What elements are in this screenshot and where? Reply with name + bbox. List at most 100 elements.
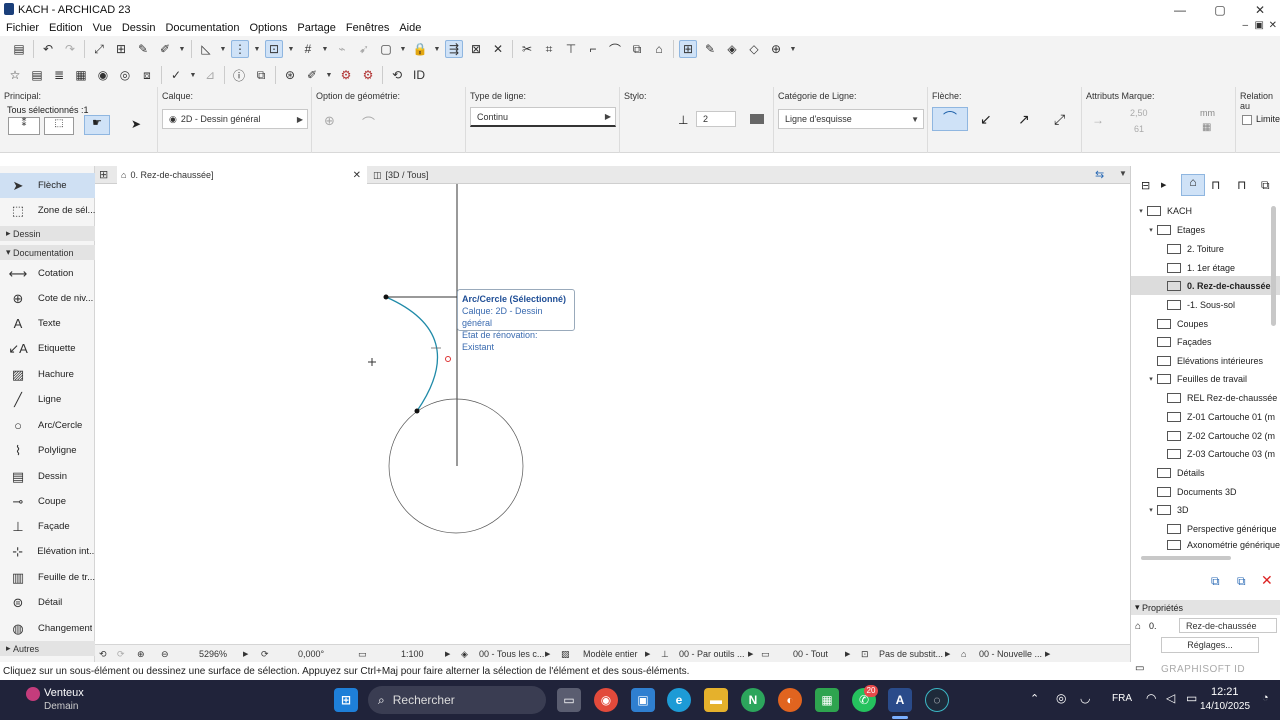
view-3d-icon[interactable]: ◇ xyxy=(745,40,763,58)
group-documentation[interactable]: ▾ Documentation xyxy=(0,245,95,260)
nav-sections[interactable]: Coupes xyxy=(1157,314,1208,333)
annotation-icon[interactable]: ⧉ xyxy=(252,66,270,84)
tool-hachure[interactable]: ▨ Hachure xyxy=(0,362,95,387)
chevron-right-icon[interactable]: ▶ xyxy=(445,645,450,663)
pen-color-swatch[interactable] xyxy=(750,114,764,124)
arc-arrow-end-icon[interactable]: ↗ xyxy=(1018,111,1030,128)
layer-select[interactable]: ◉ 2D - Dessin général ▶ xyxy=(162,109,308,129)
task-view-icon[interactable]: ▭ xyxy=(557,688,581,712)
store-icon[interactable]: ▣ xyxy=(631,688,655,712)
project-map-icon[interactable]: ⌂ xyxy=(1181,174,1205,196)
measure-icon[interactable]: ✐ xyxy=(303,66,321,84)
tool-arc-cercle[interactable]: ○ Arc/Cercle xyxy=(0,413,95,438)
taskbar-search[interactable]: ⌕ Rechercher xyxy=(368,686,546,714)
renovation-filter-icon[interactable]: ⊞ xyxy=(679,40,697,58)
nav-story[interactable]: 1. 1er étage xyxy=(1167,258,1235,277)
spreadsheet-icon[interactable]: ▦ xyxy=(815,688,839,712)
doc-close-icon[interactable]: ✕ xyxy=(1269,20,1277,31)
chevron-down-icon[interactable]: ▼ xyxy=(253,40,261,58)
resize-icon[interactable]: ⧉ xyxy=(628,40,646,58)
graphisoft-id-link[interactable]: GRAPHISOFT ID xyxy=(1161,664,1245,675)
tool-polyligne[interactable]: ⌇ Polyligne xyxy=(0,438,95,463)
menu-edition[interactable]: Edition xyxy=(44,22,88,34)
tool-cote-niveau[interactable]: ⊕ Cote de niv... xyxy=(0,286,95,311)
tray-app-icon[interactable]: ◎ xyxy=(1056,691,1066,705)
navigator-tree-icon[interactable]: ⊟ xyxy=(1141,179,1150,192)
tab-overview-icon[interactable]: ⊞ xyxy=(99,168,108,181)
nav-3d[interactable]: ▾ 3D xyxy=(1145,500,1189,519)
center-arc-icon[interactable]: ⊕ xyxy=(324,113,335,129)
pen-set-value[interactable]: 00 - Par outils ... xyxy=(679,645,745,663)
tab-plan[interactable]: ⌂ 0. Rez-de-chaussée] ✕ xyxy=(117,166,367,184)
chevron-right-icon[interactable]: ▶ xyxy=(945,645,950,663)
nav-3d-view[interactable]: Perspective générique xyxy=(1167,519,1277,538)
angle-value[interactable]: 0,000° xyxy=(298,645,324,663)
nav-stories[interactable]: ▾ Etages xyxy=(1145,220,1205,239)
adjust-icon[interactable]: ⊤ xyxy=(562,40,580,58)
zoom-previous-icon[interactable]: ⟲ xyxy=(99,645,107,663)
clone-icon[interactable]: ⧉ xyxy=(1237,574,1246,589)
chevron-down-icon[interactable]: ▼ xyxy=(321,40,329,58)
home-shape-icon[interactable]: ⌂ xyxy=(650,40,668,58)
library-icon[interactable]: ▦ xyxy=(72,66,90,84)
start-windows-icon[interactable]: ⊞ xyxy=(334,688,358,712)
clock-time[interactable]: 12:21 xyxy=(1211,686,1239,698)
delete-icon[interactable]: ✕ xyxy=(1261,572,1273,589)
tool-etiquette[interactable]: ↙A Etiquette xyxy=(0,336,95,361)
tool-facade[interactable]: ⊥ Façade xyxy=(0,514,95,539)
teamwork-icon[interactable]: ⊛ xyxy=(281,66,299,84)
cut-cross-icon[interactable]: ✕ xyxy=(489,40,507,58)
menu-documentation[interactable]: Documentation xyxy=(160,22,244,34)
view-map-icon[interactable]: ⊓ xyxy=(1211,178,1220,192)
tray-chevron-up-icon[interactable]: ⌃ xyxy=(1030,692,1039,705)
menu-fichier[interactable]: Fichier xyxy=(0,22,44,34)
undo-icon[interactable]: ↶ xyxy=(39,40,57,58)
chevron-right-icon[interactable]: ▶ xyxy=(1161,181,1166,189)
pen-set-icon[interactable]: ⊥ xyxy=(661,645,669,663)
edge-icon[interactable]: e xyxy=(667,688,691,712)
split-icon[interactable]: ⌗ xyxy=(540,40,558,58)
nav-worksheet[interactable]: Z-03 Cartouche 03 (m xyxy=(1167,444,1275,463)
chevron-down-icon[interactable]: ▼ xyxy=(789,40,797,58)
chevron-right-icon[interactable]: ▶ xyxy=(243,645,248,663)
tray-headset-icon[interactable]: ◡ xyxy=(1080,691,1090,705)
tangent-arc-icon[interactable]: ⌒ xyxy=(362,113,375,132)
scale-icon[interactable]: ▭ xyxy=(358,645,367,663)
structure-value[interactable]: 00 - Tout xyxy=(793,645,828,663)
orbit-icon[interactable]: ⊕ xyxy=(767,40,785,58)
recorder-icon[interactable]: ◌ xyxy=(925,688,949,712)
nav-story-selected[interactable]: 0. Rez-de-chaussée xyxy=(1131,276,1280,295)
menu-dessin[interactable]: Dessin xyxy=(117,22,161,34)
magic-wand-icon[interactable]: ⇶ xyxy=(445,40,463,58)
nav-details[interactable]: Détails xyxy=(1157,463,1205,482)
tool-texte[interactable]: A Texte xyxy=(0,311,95,336)
tool-marquee[interactable]: ⬚ Zone de sél... xyxy=(0,198,95,223)
intersect-icon[interactable]: ⌐ xyxy=(584,40,602,58)
nav-worksheet[interactable]: Z-02 Cartouche 02 (m xyxy=(1167,426,1275,445)
syringe-icon[interactable]: ✎ xyxy=(134,40,152,58)
clock-date[interactable]: 14/10/2025 xyxy=(1200,701,1250,712)
chevron-right-icon[interactable]: ▶ xyxy=(1045,645,1050,663)
lock-icon[interactable]: 🔒 xyxy=(411,40,429,58)
eyedropper-icon[interactable]: ✐ xyxy=(156,40,174,58)
zoom-next-icon[interactable]: ⟳ xyxy=(117,645,125,663)
tool-dessin[interactable]: ▤ Dessin xyxy=(0,464,95,489)
navigator-scrollbar[interactable] xyxy=(1271,206,1276,326)
element-tool-icon[interactable]: ⁑ xyxy=(8,117,40,135)
chevron-down-icon[interactable]: ▼ xyxy=(189,66,197,84)
stack-icon[interactable]: ≣ xyxy=(50,66,68,84)
zoom-in-icon[interactable]: ⊕ xyxy=(137,645,145,663)
rotate-3d-icon[interactable]: ⟲ xyxy=(388,66,406,84)
tab-3d[interactable]: ◫ [3D / Tous] xyxy=(369,166,617,184)
tool-feuille-travail[interactable]: ▥ Feuille de tr... xyxy=(0,565,95,590)
chevron-right-icon[interactable]: ▶ xyxy=(545,645,550,663)
id-icon[interactable]: ID xyxy=(410,66,428,84)
chevron-right-icon[interactable]: ▶ xyxy=(748,645,753,663)
arc-start-node[interactable] xyxy=(383,294,389,300)
arrow-cursor-icon[interactable]: ➤ xyxy=(122,117,150,135)
frames-icon[interactable]: ⧈ xyxy=(138,66,156,84)
fillet-icon[interactable]: ⌒ xyxy=(606,40,624,58)
chevron-down-icon[interactable]: ▼ xyxy=(325,66,333,84)
settings-button[interactable]: Réglages... xyxy=(1161,637,1259,653)
arc-arrow-both-icon[interactable]: ⤢ xyxy=(1054,111,1065,128)
